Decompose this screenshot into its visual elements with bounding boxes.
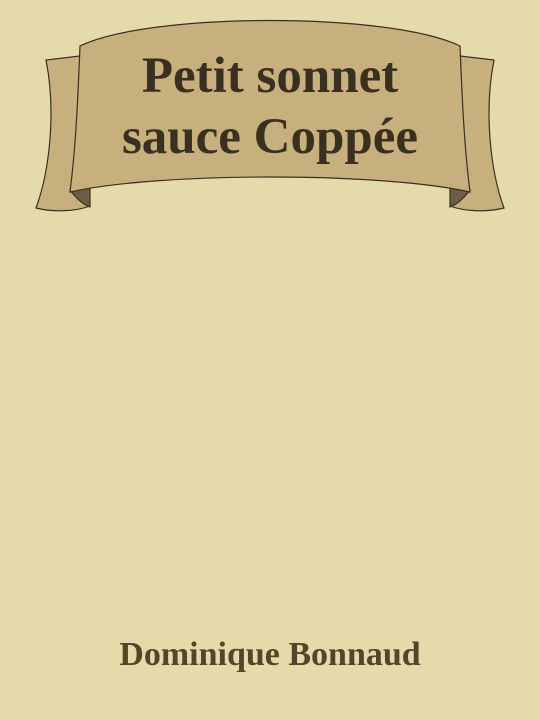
book-title-line-1: Petit sonnet — [141, 48, 399, 104]
book-title-line-2: sauce Coppée — [121, 109, 419, 165]
book-author: Dominique Bonnaud — [119, 636, 421, 673]
book-cover: Petit sonnet sauce Coppée Dominique Bonn… — [0, 0, 540, 720]
book-title: Petit sonnet sauce Coppée — [70, 46, 470, 168]
